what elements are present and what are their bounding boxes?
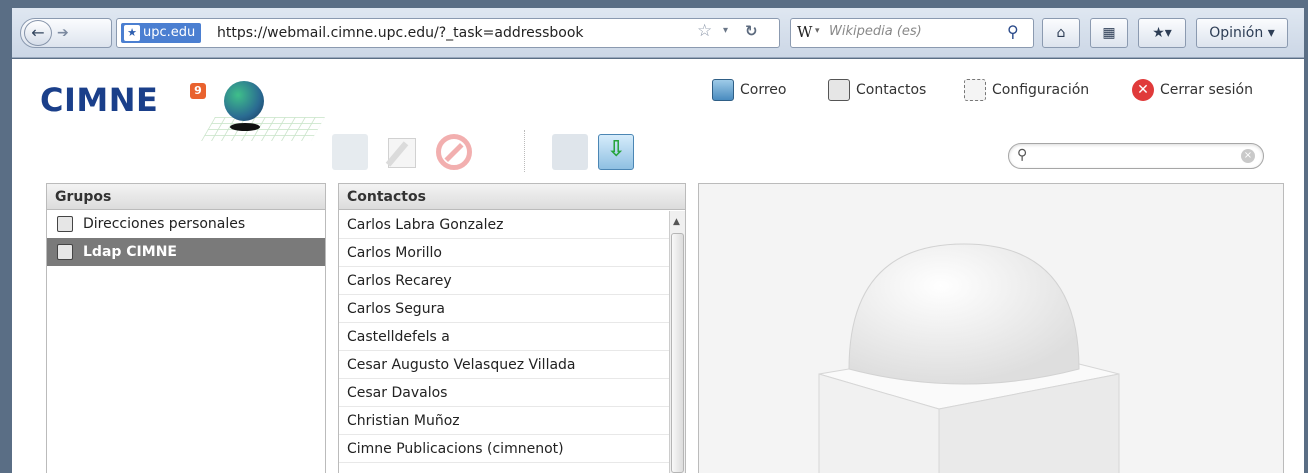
globe-icon <box>224 81 264 121</box>
search-icon[interactable]: ⚲ <box>1017 147 1027 163</box>
nav-mail-label: Correo <box>740 82 787 98</box>
back-button[interactable]: ← <box>24 20 52 46</box>
bookmark-star-icon[interactable]: ☆ <box>697 21 712 41</box>
nav-logout-label: Cerrar sesión <box>1160 82 1253 98</box>
contact-row[interactable]: Christian Muñoz <box>339 407 671 435</box>
browser-toolbar: ← ➔ ★ upc.edu https://webmail.cimne.upc.… <box>12 8 1304 58</box>
contacts-panel: Contactos Carlos Labra Gonzalez Carlos M… <box>338 183 686 473</box>
bookmarks-button[interactable]: ★▾ <box>1138 18 1186 48</box>
addressbook-icon <box>57 244 73 260</box>
group-item-ldap[interactable]: Ldap CIMNE <box>47 238 325 266</box>
contact-scrollbar[interactable]: ▲ <box>669 211 685 473</box>
search-engine-bar[interactable]: W ▾ Wikipedia (es) ⚲ <box>790 18 1034 48</box>
contact-row[interactable]: Carlos Labra Gonzalez <box>339 211 671 239</box>
roundcube-watermark-graphic <box>818 243 1120 473</box>
nav-settings[interactable]: Configuración <box>964 77 1089 103</box>
search-engine-placeholder: Wikipedia (es) <box>829 24 922 39</box>
export-contacts-icon[interactable] <box>598 134 634 170</box>
addressbook-icon <box>57 216 73 232</box>
add-contact-icon[interactable] <box>332 134 368 170</box>
logo-text: CIMNE <box>40 81 159 119</box>
contact-row[interactable]: Carlos Morillo <box>339 239 671 267</box>
contact-row[interactable]: Cesar Davalos <box>339 379 671 407</box>
site-identity-label: upc.edu <box>143 25 196 40</box>
home-button[interactable]: ⌂ <box>1042 18 1080 48</box>
engine-dropdown-icon[interactable]: ▾ <box>815 26 820 36</box>
group-item-personal[interactable]: Direcciones personales <box>47 210 325 238</box>
import-contacts-icon[interactable] <box>552 134 588 170</box>
nav-buttons: ← ➔ <box>20 18 112 48</box>
nav-contacts[interactable]: Contactos <box>828 77 926 103</box>
home-icon: ⌂ <box>1056 25 1066 41</box>
delete-contact-icon[interactable] <box>436 134 472 170</box>
contact-list: Carlos Labra Gonzalez Carlos Morillo Car… <box>339 211 671 463</box>
quick-search[interactable]: ⚲ × <box>1008 143 1264 169</box>
contact-row[interactable]: Carlos Segura <box>339 295 671 323</box>
address-bar[interactable]: ★ upc.edu https://webmail.cimne.upc.edu/… <box>116 18 780 48</box>
tab-groups-button[interactable]: ▦ <box>1090 18 1128 48</box>
bookmarks-icon: ★▾ <box>1152 25 1172 41</box>
scroll-thumb[interactable] <box>671 233 684 473</box>
logo-shadow-graphic <box>230 123 260 131</box>
url-text[interactable]: https://webmail.cimne.upc.edu/?_task=add… <box>217 23 584 43</box>
cimne-logo[interactable]: CIMNE 9 <box>40 81 325 141</box>
forward-button[interactable]: ➔ <box>57 22 69 44</box>
contact-row[interactable]: Carlos Recarey <box>339 267 671 295</box>
contact-row[interactable]: Castelldefels a <box>339 323 671 351</box>
logo-badge: 9 <box>190 83 206 99</box>
url-dropdown-icon[interactable]: ▾ <box>723 25 728 36</box>
search-go-icon[interactable]: ⚲ <box>1007 22 1019 41</box>
nav-contacts-label: Contactos <box>856 82 927 98</box>
site-identity-button[interactable]: ★ upc.edu <box>121 23 202 43</box>
groups-panel: Grupos Direcciones personales Ldap CIMNE <box>46 183 326 473</box>
nav-settings-label: Configuración <box>992 82 1090 98</box>
edit-contact-icon[interactable] <box>384 134 420 170</box>
nav-logout[interactable]: ✕ Cerrar sesión <box>1132 77 1253 103</box>
wikipedia-icon[interactable]: W <box>797 23 812 41</box>
logout-icon: ✕ <box>1132 79 1154 101</box>
contact-row[interactable]: Cesar Augusto Velasquez Villada <box>339 351 671 379</box>
contact-row[interactable]: Cimne Publicacions (cimnenot) <box>339 435 671 463</box>
nav-mail[interactable]: Correo <box>712 77 786 103</box>
webmail-page: CIMNE 9 Correo Contactos Configuración ✕… <box>12 59 1304 473</box>
mail-icon <box>712 79 734 101</box>
search-input[interactable] <box>1037 147 1237 165</box>
settings-icon <box>964 79 986 101</box>
logo-grid-graphic <box>201 117 325 141</box>
scroll-up-icon[interactable]: ▲ <box>673 217 680 227</box>
groups-header: Grupos <box>47 184 325 210</box>
addressbook-icon <box>828 79 850 101</box>
group-item-label: Ldap CIMNE <box>83 244 177 260</box>
identity-icon: ★ <box>124 25 140 41</box>
contact-preview-panel <box>698 183 1284 473</box>
reload-icon[interactable]: ↻ <box>745 22 758 40</box>
grid-icon: ▦ <box>1102 25 1116 41</box>
search-reset-icon[interactable]: × <box>1241 149 1255 163</box>
feedback-button[interactable]: Opinión ▾ <box>1196 18 1288 48</box>
toolbar-separator <box>524 130 525 172</box>
contacts-header: Contactos <box>339 184 685 210</box>
group-item-label: Direcciones personales <box>83 216 246 232</box>
